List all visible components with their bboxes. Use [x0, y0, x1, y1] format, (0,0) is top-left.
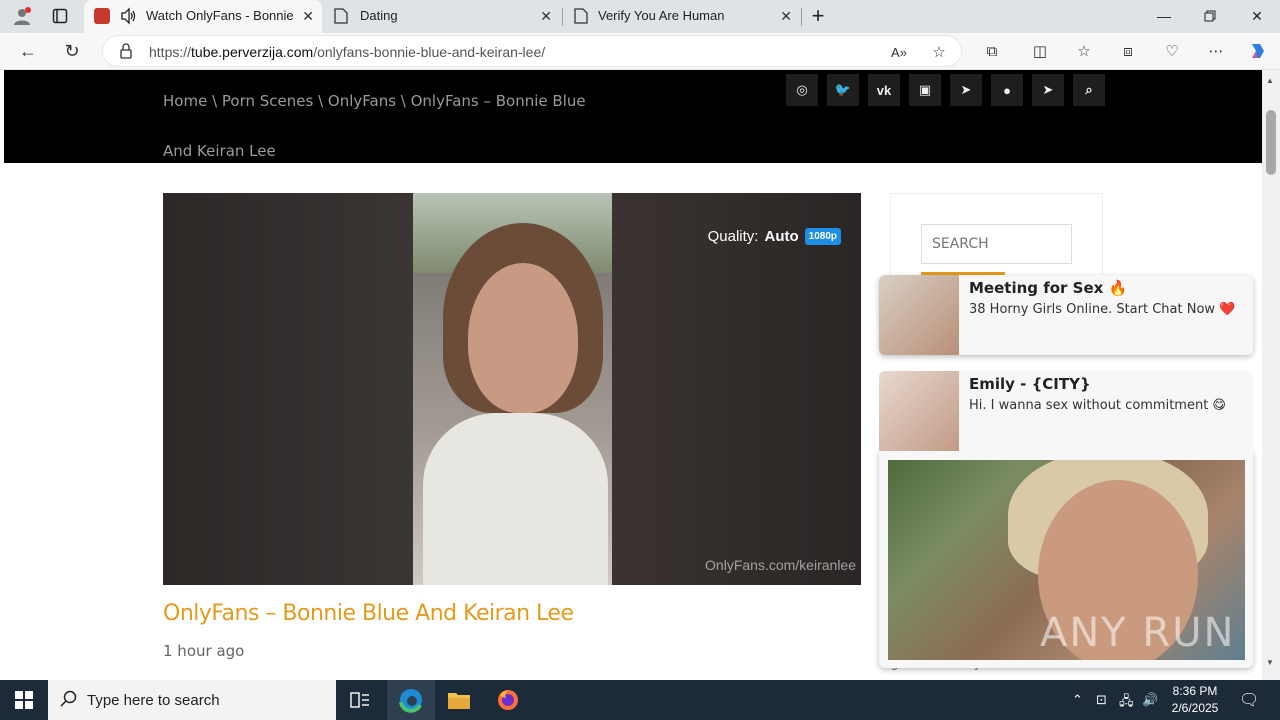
read-aloud-icon[interactable]: A»	[889, 42, 909, 62]
tab-divider	[801, 8, 802, 26]
reddit-icon[interactable]: ●	[991, 74, 1023, 106]
favorite-star-icon[interactable]: ☆	[929, 42, 949, 62]
site-favicon	[94, 8, 110, 24]
windows-taskbar: Type here to search ⌃ ⊡ 🖧 🔊 8:36 PM 2/6/…	[0, 680, 1280, 720]
back-arrow-icon[interactable]: ←	[18, 41, 38, 61]
tab-title: Watch OnlyFans - Bonnie Bl	[146, 8, 296, 23]
tab-title: Verify You Are Human	[598, 8, 725, 23]
notification-title: Meeting for Sex 🔥	[969, 279, 1128, 297]
split-screen-icon[interactable]: ◫	[1030, 41, 1050, 61]
post-timestamp: 1 hour ago	[163, 642, 245, 660]
close-tab-icon[interactable]: ✕	[540, 8, 552, 25]
notification-ad[interactable]: Meeting for Sex 🔥 38 Horny Girls Online.…	[879, 275, 1253, 355]
breadcrumb[interactable]: Home \ Porn Scenes \ OnlyFans \ OnlyFans…	[163, 76, 603, 176]
close-tab-icon[interactable]: ✕	[780, 8, 792, 25]
telegram-icon[interactable]: ➤	[950, 74, 982, 106]
twitter-icon[interactable]: 🐦	[827, 74, 859, 106]
tab-actions-icon[interactable]	[50, 6, 70, 26]
volume-icon[interactable]: 🔊	[1142, 692, 1158, 708]
tab-verify-human[interactable]: Verify You Are Human ✕	[564, 0, 800, 33]
video-frame	[413, 193, 612, 585]
video-player[interactable]: Quality: Auto 1080p OnlyFans.com/keiranl…	[163, 193, 861, 585]
lock-icon[interactable]	[119, 43, 133, 64]
copilot-icon[interactable]	[1248, 41, 1268, 61]
scroll-up-icon[interactable]: ▲	[1266, 76, 1274, 85]
page-viewport: Home \ Porn Scenes \ OnlyFans \ OnlyFans…	[0, 70, 1280, 680]
browser-tab-bar: Watch OnlyFans - Bonnie Bl ✕ Dating ✕ Ve…	[0, 0, 1280, 33]
page-icon	[334, 8, 348, 27]
notification-ad[interactable]: Emily - {CITY} Hi. I wanna sex without c…	[879, 371, 1253, 451]
post-title[interactable]: OnlyFans – Bonnie Blue And Keiran Lee	[163, 601, 574, 626]
video-watermark: OnlyFans.com/keiranlee	[705, 557, 856, 573]
chevron-up-icon[interactable]: ⌃	[1072, 692, 1083, 708]
notification-body: Hi. I wanna sex without commitment 😋	[969, 398, 1226, 413]
start-button[interactable]	[0, 680, 48, 720]
task-view-icon[interactable]	[336, 680, 384, 720]
instagram-icon[interactable]: ◎	[786, 74, 818, 106]
restore-icon[interactable]	[1200, 6, 1220, 26]
file-explorer-icon[interactable]	[435, 680, 483, 720]
close-tab-icon[interactable]: ✕	[302, 8, 314, 25]
network-icon[interactable]: 🖧	[1119, 692, 1134, 714]
video-blur-left	[163, 193, 413, 585]
profile-icon[interactable]	[12, 6, 32, 26]
notification-body: 38 Horny Girls Online. Start Chat Now ❤️	[969, 302, 1236, 317]
notification-thumbnail	[879, 275, 959, 355]
quality-selector[interactable]: Quality: Auto 1080p	[708, 228, 841, 245]
search-icon[interactable]: ⌕	[1073, 74, 1105, 106]
url-text: https://tube.perverzija.com/onlyfans-bon…	[149, 44, 546, 60]
discord-icon[interactable]: ▣	[909, 74, 941, 106]
video-blur-right	[612, 193, 861, 585]
scroll-thumb[interactable]	[1266, 110, 1276, 175]
browser-essentials-icon[interactable]: ♡	[1162, 41, 1182, 61]
tab-divider	[562, 8, 563, 26]
notification-title: Emily - {CITY}	[969, 375, 1091, 393]
tab-watch-onlyfans[interactable]: Watch OnlyFans - Bonnie Bl ✕	[84, 0, 322, 33]
favorites-icon[interactable]: ☆	[1074, 41, 1094, 61]
usb-icon[interactable]: ⊡	[1096, 692, 1107, 708]
system-clock[interactable]: 8:36 PM 2/6/2025	[1165, 683, 1225, 717]
firefox-icon[interactable]	[484, 680, 532, 720]
site-header: Home \ Porn Scenes \ OnlyFans \ OnlyFans…	[4, 70, 1262, 163]
minimize-icon[interactable]: —	[1154, 6, 1174, 26]
audio-playing-icon[interactable]	[120, 7, 138, 28]
more-menu-icon[interactable]: ⋯	[1206, 41, 1226, 61]
collections-icon[interactable]: ⧈	[1118, 41, 1138, 61]
page-icon	[574, 8, 588, 27]
vk-icon[interactable]: vk	[868, 74, 900, 106]
tab-title: Dating	[360, 8, 398, 23]
tab-dating[interactable]: Dating ✕	[324, 0, 560, 33]
quality-badge: 1080p	[804, 228, 841, 245]
search-icon	[60, 690, 78, 713]
notification-thumbnail	[879, 371, 959, 451]
extensions-icon[interactable]: ⧉	[982, 41, 1002, 61]
edge-icon[interactable]	[387, 680, 435, 720]
close-window-icon[interactable]: ✕	[1247, 6, 1267, 26]
anyrun-watermark: ANY RUN	[1040, 610, 1236, 656]
browser-toolbar: ← ↻ https://tube.perverzija.com/onlyfans…	[0, 33, 1280, 70]
scroll-down-icon[interactable]: ▼	[1266, 658, 1274, 667]
refresh-icon[interactable]: ↻	[62, 41, 82, 61]
sidebar-search-input[interactable]	[921, 224, 1072, 264]
address-bar[interactable]: https://tube.perverzija.com/onlyfans-bon…	[102, 35, 962, 67]
notification-center-icon[interactable]: 🗨	[1239, 690, 1259, 710]
telegram-alt-icon[interactable]: ➤	[1032, 74, 1064, 106]
new-tab-icon[interactable]: +	[808, 3, 828, 28]
page-scrollbar[interactable]: ▲ ▼	[1262, 70, 1280, 680]
taskbar-search[interactable]: Type here to search	[48, 680, 336, 720]
